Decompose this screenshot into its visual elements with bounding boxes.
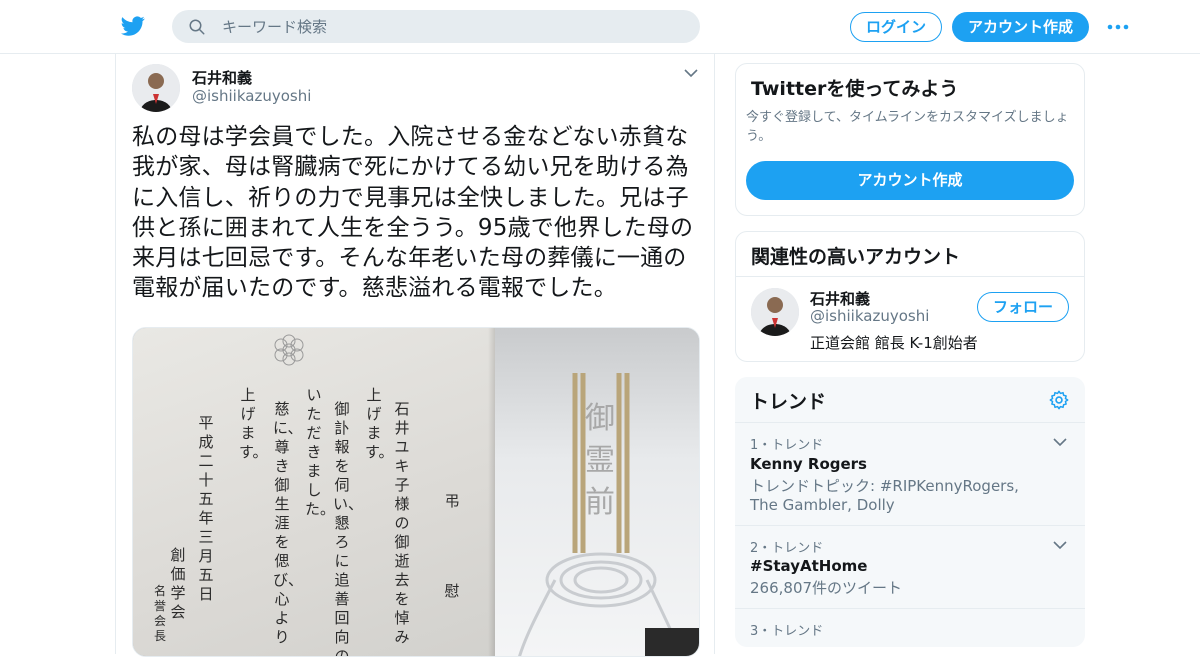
related-account-avatar[interactable] <box>751 288 799 336</box>
signup-card-subtext: 今すぐ登録して、タイムラインをカスタマイズしましょう。 <box>746 110 1069 144</box>
envelope-text: 御霊前 <box>585 401 615 520</box>
search-icon <box>189 19 205 35</box>
trend-item[interactable]: 3・トレンド <box>735 609 1085 647</box>
author-avatar[interactable] <box>132 64 180 112</box>
signup-card-heading: Twitterを使ってみよう <box>751 78 959 100</box>
divider <box>736 276 1084 277</box>
author-handle[interactable]: @ishiikazuyoshi <box>192 87 311 105</box>
telegram-date: 平成二十五年三月五日 <box>198 414 214 603</box>
follow-button[interactable]: フォロー <box>977 292 1069 322</box>
search-input[interactable] <box>222 10 682 43</box>
login-button[interactable]: ログイン <box>850 12 942 42</box>
trend-item[interactable]: 2・トレンド #StayAtHome 266,807件のツイート <box>735 526 1085 608</box>
top-navigation-bar: ログイン アカウント作成 <box>0 0 1200 54</box>
telegram-line-4: いただきました。 <box>305 386 336 518</box>
trend-meta: 1・トレンド <box>750 438 824 453</box>
trends-heading: トレンド <box>750 391 827 413</box>
tweet-text: 私の母は学会員でした。入院させる金などない赤貧な我が家、母は腎臓病で死にかけてる… <box>132 124 694 302</box>
tweet-card: 石井和義 @ishiikazuyoshi 私の母は学会員でした。入院させる金など… <box>115 54 715 657</box>
trend-description: トレンドトピック: #RIPKennyRogers, The Gambler, … <box>750 477 1019 514</box>
signup-card-button[interactable]: アカウント作成 <box>746 161 1074 200</box>
related-accounts-heading: 関連性の高いアカウント <box>751 246 961 268</box>
twitter-bird-icon[interactable] <box>120 14 146 38</box>
chevron-down-icon[interactable] <box>1053 540 1067 550</box>
telegram-heading-char-1: 弔 <box>444 492 460 510</box>
trend-description: 266,807件のツイート <box>750 579 903 597</box>
signup-prompt-card: Twitterを使ってみよう 今すぐ登録して、タイムラインをカスタマイズしましょ… <box>735 63 1085 216</box>
trend-title[interactable]: #StayAtHome <box>750 557 867 575</box>
search-bar[interactable] <box>172 10 700 43</box>
tweet-photo[interactable]: 弔 慰 石井 ユキ子 様の御逝去を悼み 上げます。 御訃報を伺い、懇ろに追善回向… <box>132 327 700 657</box>
person-avatar-icon <box>751 288 799 336</box>
telegram-line-3: 御訃報を伺い、懇ろに追善回向の <box>333 400 364 657</box>
telegram-heading-char-2: 慰 <box>444 582 460 600</box>
gear-icon[interactable] <box>1048 389 1070 411</box>
telegram-sender: 創価学会 <box>170 546 186 621</box>
trend-meta: 2・トレンド <box>750 541 824 556</box>
related-account-bio: 正道会館 館長 K-1創始者 <box>810 334 978 352</box>
person-avatar-icon <box>132 64 180 112</box>
trend-item[interactable]: 1・トレンド Kenny Rogers トレンドトピック: #RIPKennyR… <box>735 423 1085 525</box>
telegram-line-1: 石井 ユキ子 様の御逝去を悼み <box>394 400 424 646</box>
chevron-down-icon[interactable] <box>1053 437 1067 447</box>
related-accounts-card: 関連性の高いアカウント 石井和義 @ishiikazuyoshi 正道会館 館長… <box>735 231 1085 362</box>
flower-crest-icon <box>274 334 304 366</box>
trend-title[interactable]: Kenny Rogers <box>750 455 867 473</box>
more-dots-icon[interactable] <box>1106 18 1130 36</box>
trends-card: トレンド 1・トレンド Kenny Rogers トレンドトピック: #RIPK… <box>735 377 1085 647</box>
related-account-handle[interactable]: @ishiikazuyoshi <box>810 307 929 325</box>
related-account-name[interactable]: 石井和義 <box>810 288 870 309</box>
author-name[interactable]: 石井和義 <box>192 67 252 88</box>
telegram-sender-title: 名誉会長 <box>153 584 166 643</box>
telegram-line-5: 慈に、尊き御生涯を偲び、心より <box>273 400 304 646</box>
chevron-down-icon[interactable] <box>684 68 698 78</box>
telegram-line-6: 上げます。 <box>239 386 268 461</box>
telegram-line-2: 上げます。 <box>365 386 394 461</box>
signup-button[interactable]: アカウント作成 <box>952 12 1089 42</box>
